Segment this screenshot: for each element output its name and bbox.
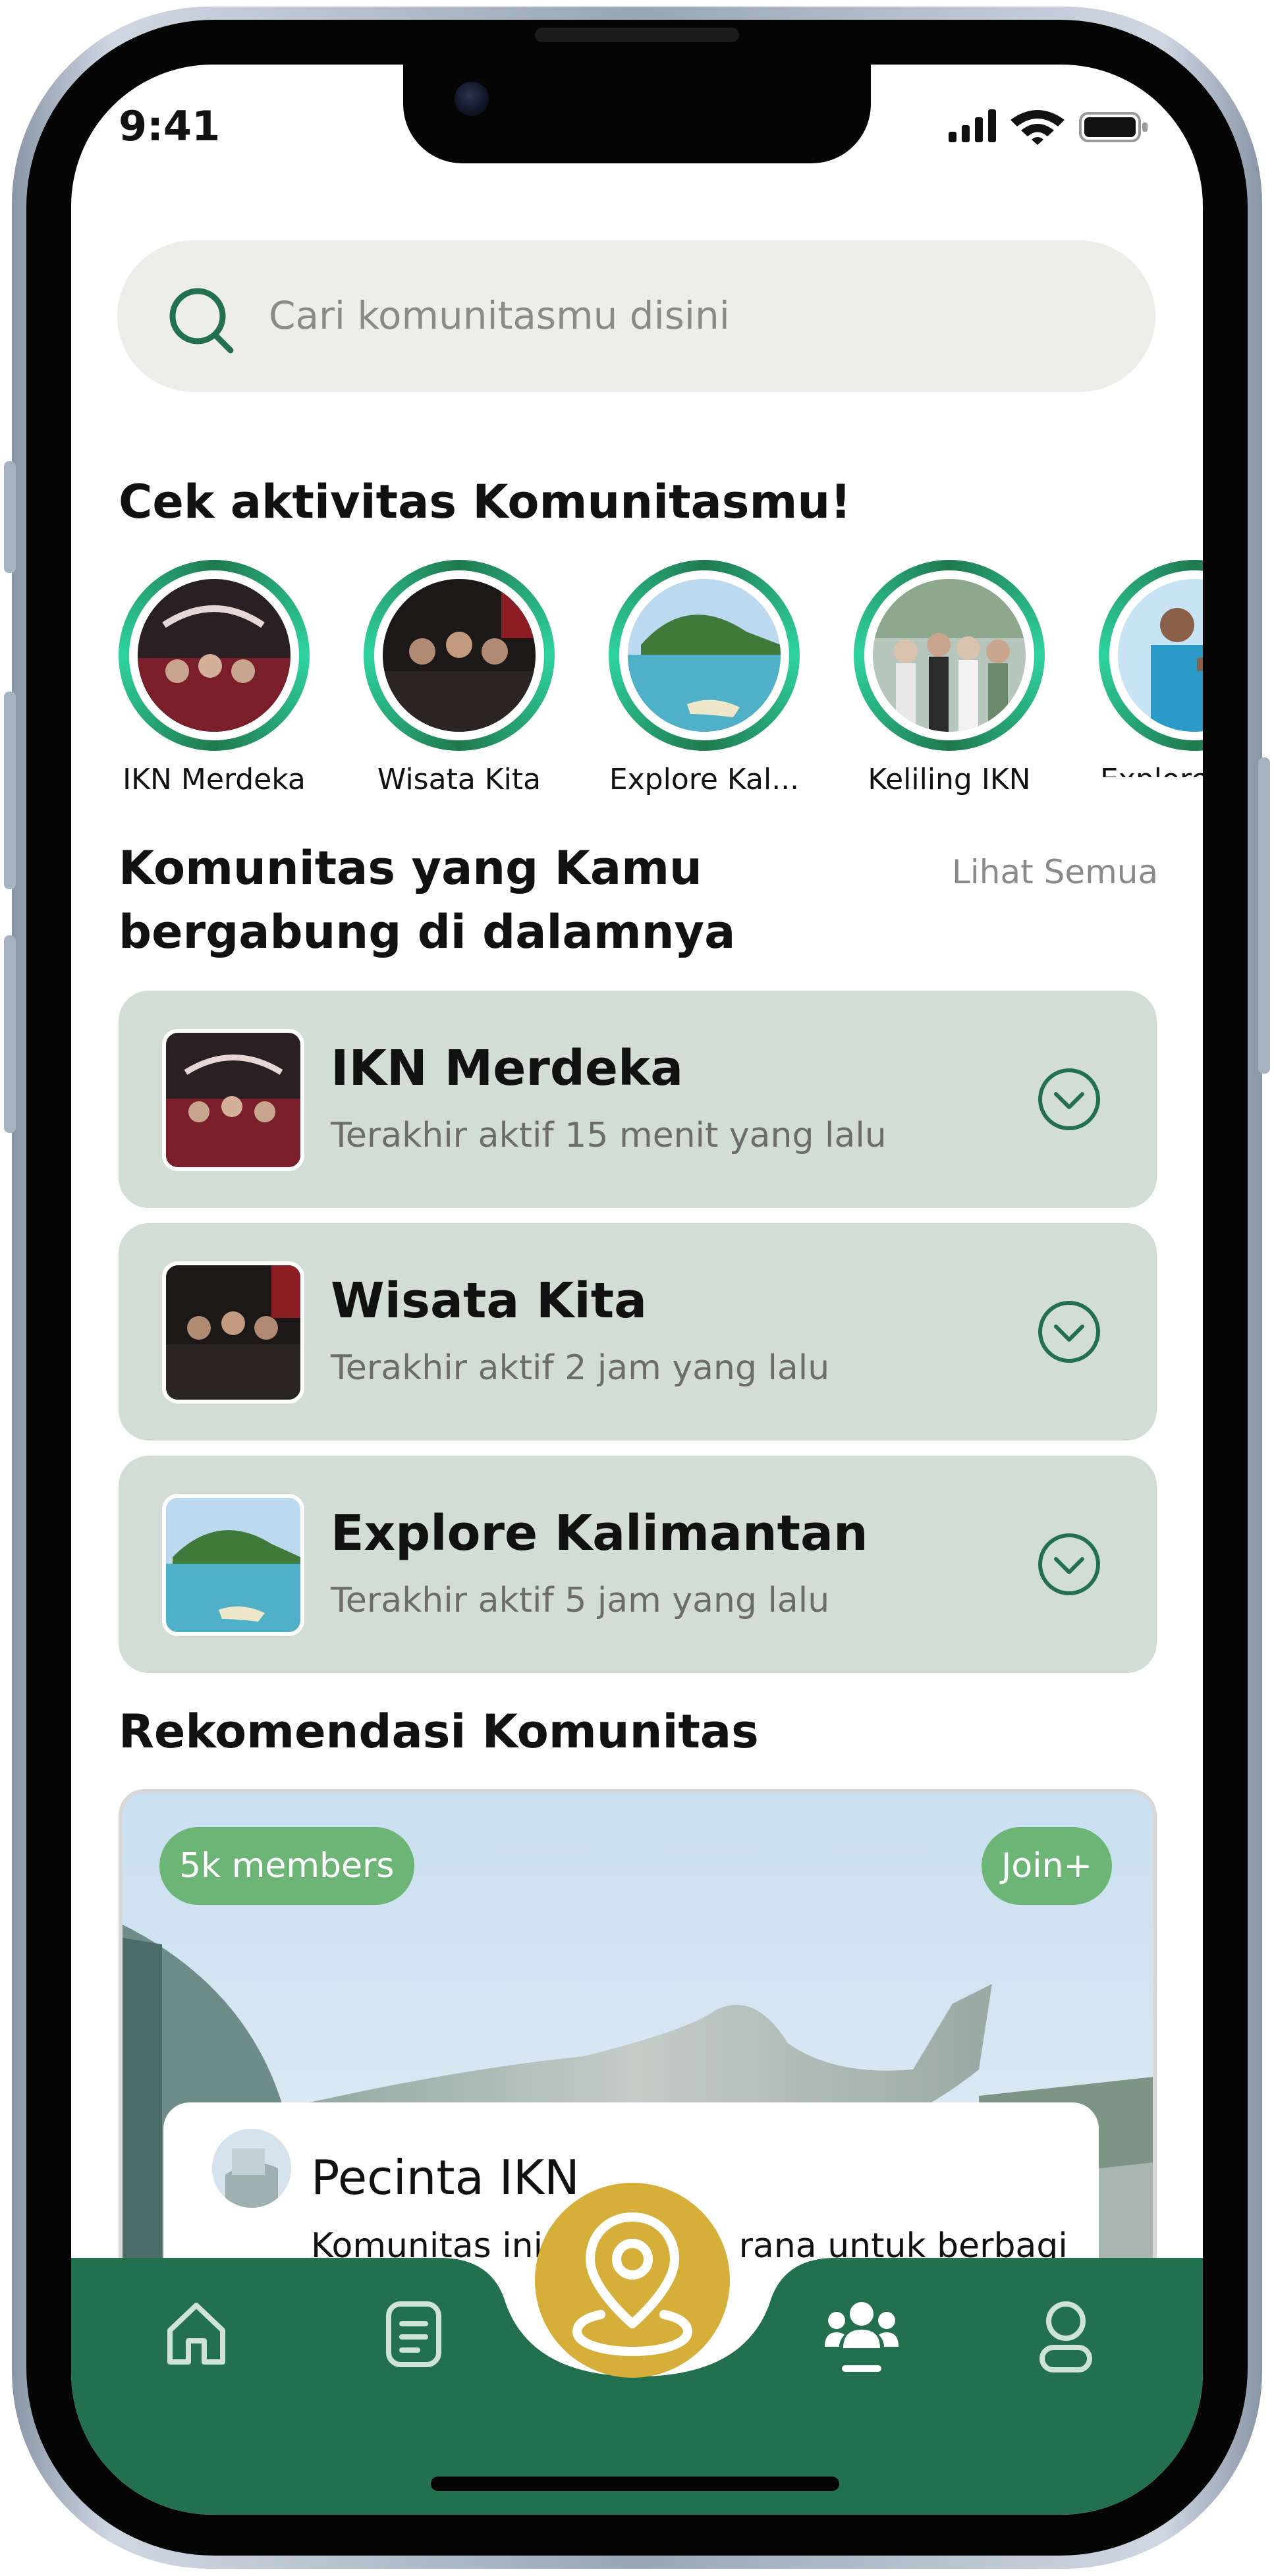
silent-switch	[4, 461, 16, 573]
community-thumbnail	[162, 1494, 304, 1636]
story-image	[138, 579, 291, 732]
recommendation-heading: Rekomendasi Komunitas	[119, 1705, 759, 1759]
nav-documents[interactable]	[381, 2297, 447, 2370]
community-last-active: Terakhir aktif 15 menit yang lalu	[331, 1116, 887, 1155]
home-icon	[167, 2303, 225, 2365]
profile-icon	[1039, 2301, 1092, 2372]
search-placeholder: Cari komunitasmu disini	[269, 293, 730, 338]
joined-community-card[interactable]: Explore Kalimantan Terakhir aktif 5 jam …	[119, 1456, 1157, 1673]
story-ring	[1099, 560, 1203, 751]
story-label: Keliling IKN	[868, 763, 1031, 796]
battery-icon	[1079, 112, 1148, 142]
community-name: Wisata Kita	[331, 1273, 648, 1329]
community-last-active: Terakhir aktif 2 jam yang lalu	[331, 1348, 830, 1388]
joined-heading: Komunitas yang Kamu bergabung di dalamny…	[119, 841, 736, 959]
chevron-down-icon[interactable]	[1036, 1531, 1102, 1597]
story-label: Wisata Kita	[377, 763, 541, 796]
community-thumbnail	[162, 1029, 304, 1171]
story-image	[873, 579, 1026, 732]
story-item[interactable]	[609, 560, 800, 751]
status-time: 9:41	[119, 102, 221, 150]
nav-community[interactable]	[822, 2294, 901, 2380]
story-item[interactable]	[119, 560, 310, 751]
chevron-down-icon[interactable]	[1036, 1299, 1102, 1365]
recommendation-avatar	[212, 2129, 291, 2208]
story-label: Explore Kal...	[609, 763, 800, 796]
community-last-active: Terakhir aktif 5 jam yang lalu	[331, 1581, 830, 1620]
joined-community-card[interactable]: IKN Merdeka Terakhir aktif 15 menit yang…	[119, 991, 1157, 1208]
cellular-signal-icon	[949, 109, 996, 142]
front-camera	[455, 82, 489, 116]
community-name: Explore Kalimantan	[331, 1505, 868, 1562]
community-thumbnail	[162, 1261, 304, 1404]
status-icons	[942, 105, 1153, 148]
stories-heading: Cek aktivitas Komunitasmu!	[119, 475, 852, 529]
wifi-icon	[1011, 110, 1065, 145]
volume-up-button	[4, 692, 16, 889]
map-pin-icon	[572, 2212, 693, 2357]
speaker-grille	[535, 28, 739, 42]
story-item[interactable]	[854, 560, 1045, 751]
see-all-link[interactable]: Lihat Semua	[952, 853, 1158, 891]
members-badge: 5k members	[159, 1827, 414, 1905]
volume-down-button	[4, 935, 16, 1133]
status-indicators	[949, 109, 1148, 145]
join-button[interactable]: Join+	[982, 1827, 1113, 1905]
document-icon	[386, 2301, 441, 2367]
story-item-partial[interactable]: Explore	[1099, 560, 1203, 777]
community-icon	[825, 2302, 899, 2372]
joined-community-card[interactable]: Wisata Kita Terakhir aktif 2 jam yang la…	[119, 1223, 1157, 1440]
story-image	[628, 579, 781, 732]
search-icon	[169, 288, 234, 354]
story-item[interactable]	[364, 560, 555, 751]
community-name: IKN Merdeka	[331, 1040, 684, 1097]
chevron-down-icon[interactable]	[1036, 1066, 1102, 1132]
nav-home[interactable]	[163, 2297, 229, 2370]
story-label: Explore	[1099, 763, 1203, 777]
power-button	[1258, 757, 1270, 1074]
home-indicator	[431, 2477, 839, 2491]
story-label: IKN Merdeka	[123, 763, 306, 796]
map-fab-button[interactable]	[535, 2183, 730, 2378]
story-image	[383, 579, 536, 732]
nav-profile[interactable]	[1033, 2296, 1099, 2375]
